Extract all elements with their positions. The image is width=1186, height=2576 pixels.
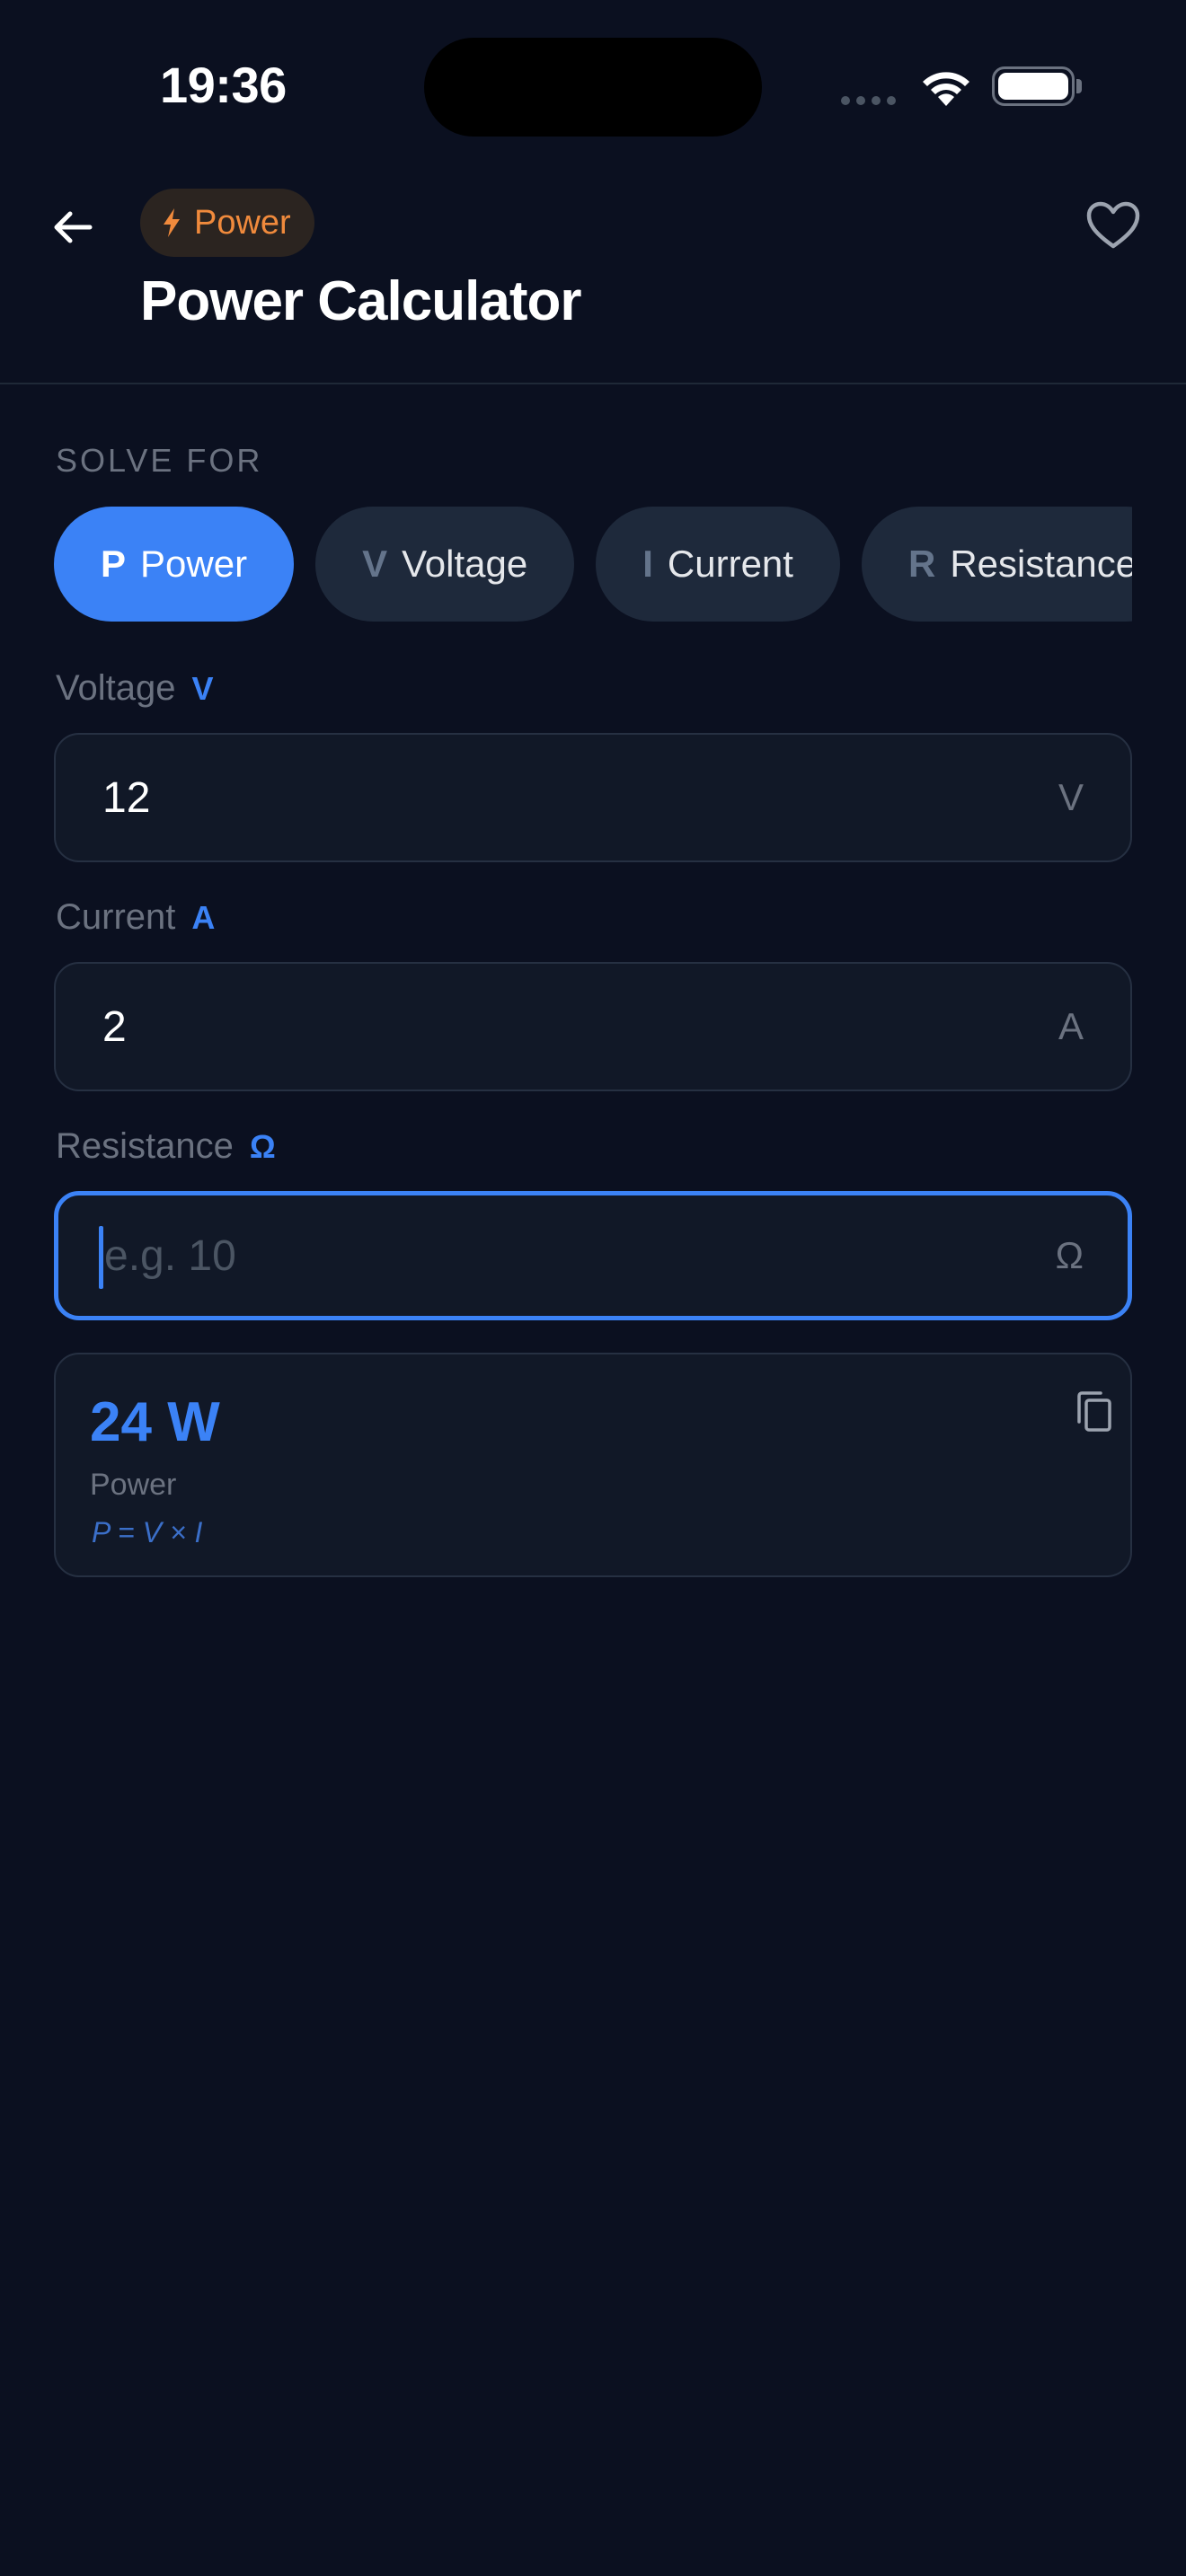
pill-symbol: P — [101, 543, 127, 585]
arrow-left-icon — [54, 211, 93, 243]
current-input[interactable]: 2 A — [54, 962, 1132, 1091]
resistance-input[interactable]: e.g. 10 Ω — [54, 1191, 1132, 1320]
status-bar: 19:36 — [0, 0, 1186, 171]
back-button[interactable] — [41, 196, 104, 259]
result-label: Power — [90, 1468, 177, 1502]
voltage-input[interactable]: 12 V — [54, 733, 1132, 862]
pill-symbol: I — [642, 543, 653, 585]
pill-label: Power — [140, 543, 248, 585]
wifi-icon — [923, 72, 969, 106]
cellular-signal-icon — [841, 96, 896, 105]
copy-icon — [1077, 1391, 1111, 1432]
result-formula: P = V × I — [92, 1516, 203, 1548]
pill-label: Voltage — [402, 543, 528, 585]
battery-cap — [1076, 79, 1082, 93]
pill-symbol: V — [362, 543, 388, 585]
page-title: Power Calculator — [140, 270, 581, 332]
favorite-button[interactable] — [1080, 192, 1146, 259]
current-input-value: 2 — [102, 1002, 127, 1051]
resistance-unit: Ω — [1055, 1234, 1084, 1276]
pill-label: Current — [667, 543, 793, 585]
lightning-bolt-icon — [164, 208, 180, 237]
voltage-label-text: Voltage — [56, 668, 176, 708]
resistance-label: Resistance Ω — [56, 1126, 276, 1167]
solve-for-voltage-pill[interactable]: V Voltage — [315, 507, 575, 622]
solve-for-selector: P Power V Voltage I Current R Resistance — [54, 507, 1132, 623]
pill-label: Resistance — [950, 543, 1132, 585]
result-card: 24 W Power P = V × I — [54, 1353, 1132, 1577]
resistance-label-text: Resistance — [56, 1126, 234, 1166]
category-badge: Power — [140, 189, 314, 257]
resistance-placeholder-text: e.g. 10 — [104, 1231, 236, 1280]
heart-icon — [1086, 201, 1140, 249]
category-label: Power — [194, 203, 291, 242]
resistance-symbol: Ω — [249, 1127, 276, 1165]
pill-symbol: R — [907, 543, 936, 585]
current-unit: A — [1058, 1005, 1084, 1047]
voltage-label: Voltage V — [56, 668, 213, 709]
result-value: 24 W — [90, 1391, 220, 1453]
voltage-input-value: 12 — [102, 773, 151, 822]
battery-icon — [992, 66, 1075, 106]
resistance-input-placeholder: e.g. 10 — [99, 1225, 1056, 1289]
text-cursor — [99, 1225, 103, 1289]
solve-for-label: SOLVE FOR — [56, 442, 263, 479]
solve-for-power-pill[interactable]: P Power — [54, 507, 295, 622]
voltage-unit: V — [1058, 776, 1084, 818]
current-label-text: Current — [56, 897, 176, 937]
copy-result-button[interactable] — [1066, 1383, 1123, 1441]
status-time: 19:36 — [160, 57, 287, 113]
solve-for-current-pill[interactable]: I Current — [596, 507, 840, 622]
voltage-symbol: V — [191, 669, 214, 707]
solve-for-resistance-pill[interactable]: R Resistance — [861, 507, 1132, 622]
header: Power Power Calculator — [0, 171, 1186, 384]
current-label: Current A — [56, 897, 215, 938]
current-symbol: A — [191, 898, 216, 936]
dynamic-island — [424, 38, 762, 137]
